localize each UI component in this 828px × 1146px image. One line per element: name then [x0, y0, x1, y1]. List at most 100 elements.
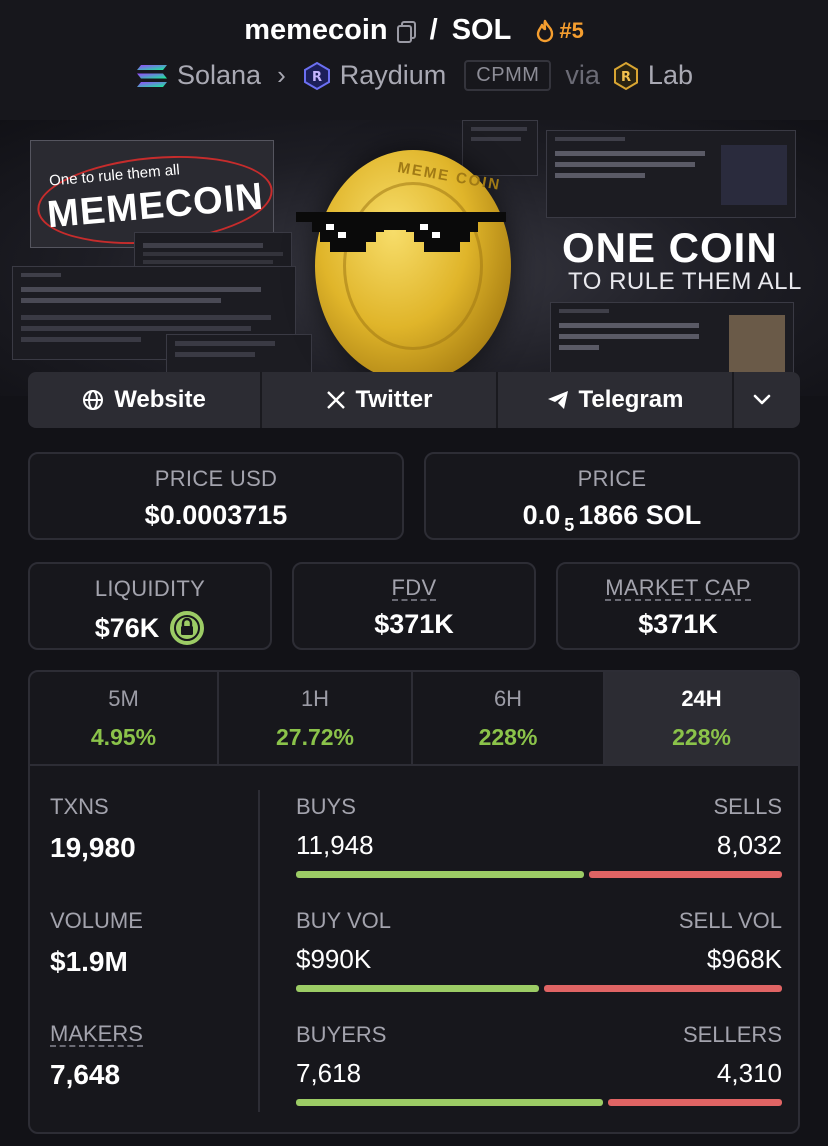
buy-share-bar — [296, 985, 539, 992]
price-native-suffix: 1866 SOL — [578, 500, 702, 530]
buy-share-bar — [296, 1099, 603, 1106]
more-links-button[interactable] — [734, 372, 800, 428]
telegram-button[interactable]: Telegram — [498, 372, 734, 428]
fdv-value: $371K — [374, 609, 454, 640]
makers-ratio-bar — [296, 1099, 782, 1106]
tab-6h[interactable]: 6H 228% — [413, 672, 605, 764]
svg-text:R: R — [621, 70, 631, 85]
lock-icon[interactable] — [169, 610, 205, 646]
banner-headline: ONE COIN — [562, 224, 778, 271]
launchpad-link[interactable]: R Lab — [612, 60, 693, 91]
website-button[interactable]: Website — [28, 372, 262, 428]
sellers-label: SELLERS — [682, 1022, 782, 1047]
via-label: via — [565, 60, 600, 90]
x-icon — [326, 391, 345, 409]
price-usd-label: PRICE USD — [154, 466, 278, 491]
market-cap-value: $371K — [638, 609, 718, 640]
rank-value: #5 — [559, 17, 584, 43]
buys-value: 11,948 — [296, 830, 374, 860]
liquidity-value: $76K — [94, 612, 160, 643]
buyers-sellers-row: BUYERS SELLERS 7,618 4,310 — [296, 1022, 782, 1132]
tab-label: 5M — [108, 686, 139, 711]
market-cap-label[interactable]: MARKET CAP — [605, 576, 751, 602]
twitter-button[interactable]: Twitter — [262, 372, 498, 428]
sell-vol-value: $968K — [706, 944, 782, 974]
makers-label[interactable]: MAKERS — [50, 1022, 143, 1048]
sell-share-bar — [544, 985, 782, 992]
volume-stat: VOLUME $1.9M — [50, 908, 260, 986]
timeframe-tabs: 5M 4.95% 1H 27.72% 6H 228% 24H 228% — [30, 672, 798, 766]
buyers-label: BUYERS — [296, 1022, 387, 1047]
telegram-label: Telegram — [578, 386, 684, 413]
twitter-label: Twitter — [355, 386, 433, 413]
liquidity-box: LIQUIDITY $76K — [28, 562, 272, 650]
chain-name: Solana — [177, 60, 262, 90]
sell-vol-label: SELL VOL — [678, 908, 782, 933]
buy-vol-label: BUY VOL — [296, 908, 391, 933]
tab-5m[interactable]: 5M 4.95% — [30, 672, 220, 764]
pair-header: memecoin / SOL #5 Solana › R Raydium CPM… — [0, 0, 828, 120]
flame-icon — [537, 19, 554, 42]
launchlab-icon: R — [613, 61, 638, 90]
telegram-icon — [547, 391, 568, 409]
liquidity-value-row: $76K — [30, 610, 270, 646]
stats-divider — [258, 790, 260, 1112]
price-native-prefix: 0.0 — [522, 500, 561, 530]
token-name: memecoin — [244, 14, 388, 46]
tab-change: 4.95% — [90, 724, 157, 750]
price-native-zero-count: 5 — [564, 515, 575, 535]
sellers-value: 4,310 — [716, 1058, 782, 1088]
buys-label: BUYS — [296, 794, 356, 819]
solana-icon — [137, 64, 167, 87]
txns-stat: TXNS 19,980 — [50, 794, 260, 872]
price-native-label: PRICE — [577, 466, 647, 491]
sells-label: SELLS — [713, 794, 783, 819]
banner-news-card — [546, 130, 796, 218]
buyers-value: 7,618 — [296, 1058, 362, 1088]
chevron-down-icon — [753, 394, 771, 405]
price-usd-value: $0.0003715 — [144, 500, 288, 530]
summary-stats: TXNS 19,980 VOLUME $1.9M MAKERS 7,648 — [50, 794, 260, 1132]
buy-share-bar — [296, 871, 584, 878]
tab-label: 6H — [493, 686, 523, 711]
chain-link[interactable]: Solana — [135, 60, 261, 91]
trading-stats-panel: 5M 4.95% 1H 27.72% 6H 228% 24H 228% TXNS… — [28, 670, 800, 1134]
sells-value: 8,032 — [716, 830, 782, 860]
copy-icon[interactable] — [396, 19, 418, 43]
banner-news-card — [462, 120, 538, 176]
price-usd-box: PRICE USD $0.0003715 — [28, 452, 404, 540]
makers-stat: MAKERS 7,648 — [50, 1022, 260, 1100]
dex-name: Raydium — [339, 60, 447, 90]
tab-change: 228% — [478, 724, 538, 750]
social-links-bar: Website Twitter Telegram — [28, 372, 800, 428]
pair-separator: / — [429, 14, 438, 46]
dex-link[interactable]: R Raydium — [302, 60, 447, 91]
pair-breadcrumb: Solana › R Raydium CPMM via R Lab — [0, 60, 828, 91]
fdv-box: FDV $371K — [292, 562, 536, 650]
pool-type-badge: CPMM — [464, 60, 552, 91]
banner-subheadline: TO RULE THEM ALL — [568, 268, 802, 295]
tab-1h[interactable]: 1H 27.72% — [219, 672, 413, 764]
tab-change: 27.72% — [276, 724, 355, 750]
launchpad-name: Lab — [647, 60, 693, 90]
volume-label: VOLUME — [50, 908, 143, 933]
tab-24h[interactable]: 24H 228% — [605, 672, 798, 764]
buy-vol-value: $990K — [296, 944, 372, 974]
pair-title: memecoin / SOL #5 — [0, 14, 828, 47]
chevron-right-icon: › — [277, 60, 286, 90]
trending-rank-badge[interactable]: #5 — [535, 17, 584, 44]
tab-label: 24H — [681, 686, 722, 711]
website-label: Website — [114, 386, 206, 413]
price-native-value: 0.0 5 1866 SOL — [426, 500, 798, 535]
makers-value: 7,648 — [50, 1059, 121, 1091]
fdv-label[interactable]: FDV — [391, 576, 437, 602]
txns-label: TXNS — [50, 794, 109, 819]
buys-sells-row: BUYS SELLS 11,948 8,032 — [296, 794, 782, 908]
volume-value: $1.9M — [50, 946, 128, 977]
buy-sell-stats: BUYS SELLS 11,948 8,032 BUY VOL SELL VOL… — [296, 794, 782, 1132]
volume-ratio-bar — [296, 985, 782, 992]
pixel-sunglasses-icon — [296, 212, 506, 252]
svg-text:R: R — [312, 70, 322, 85]
market-cap-box: MARKET CAP $371K — [556, 562, 800, 650]
liquidity-label: LIQUIDITY — [94, 576, 206, 601]
